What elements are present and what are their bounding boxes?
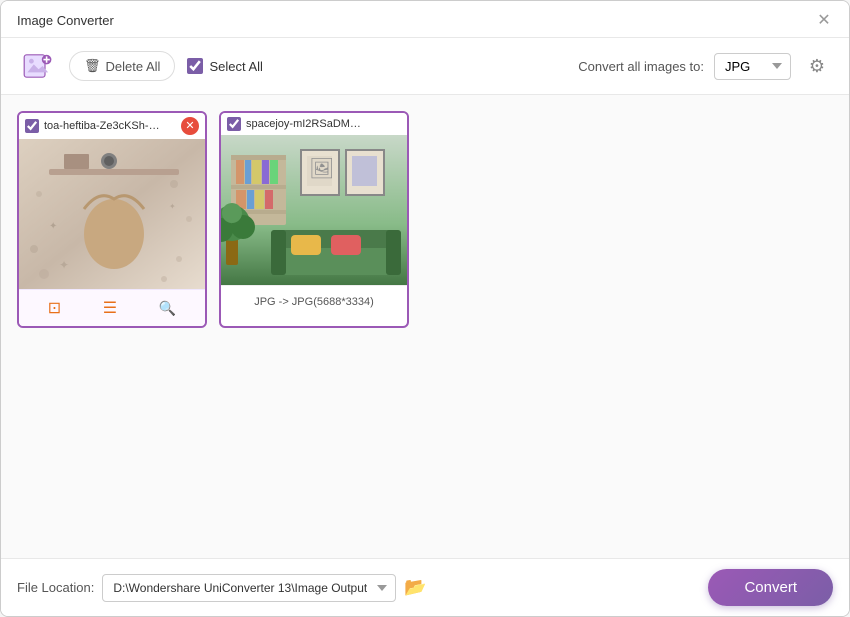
card-1-list-button[interactable]: ☰ [97, 296, 123, 320]
settings-button[interactable]: ⚙ [801, 50, 833, 82]
delete-all-button[interactable]: 🗑 Delete All [69, 51, 175, 81]
image-card-2: spacejoy-mI2RSaDME-k-... [219, 111, 409, 328]
toolbar: 🗑 Delete All Select All Convert all imag… [1, 38, 849, 95]
image-card-1-header: toa-heftiba-Ze3cKSh-Kg... ✕ [19, 113, 205, 139]
toolbar-left: 🗑 Delete All Select All [17, 46, 578, 86]
close-button[interactable]: ✕ [815, 11, 833, 29]
add-image-button[interactable] [17, 46, 57, 86]
card-2-conversion-info: JPG -> JPG(5688*3334) [254, 296, 374, 308]
svg-text:✦: ✦ [59, 258, 69, 272]
bottom-bar: File Location: D:\Wondershare UniConvert… [1, 558, 849, 616]
add-image-icon [21, 50, 53, 82]
card-1-crop-button[interactable]: ⊡ [42, 296, 67, 320]
file-location-select[interactable]: D:\Wondershare UniConverter 13\Image Out… [102, 574, 396, 602]
list-icon: ☰ [103, 298, 117, 318]
toolbar-right: Convert all images to: JPG PNG BMP WEBP … [578, 50, 833, 82]
select-all-label: Select All [209, 59, 262, 74]
content-area: toa-heftiba-Ze3cKSh-Kg... ✕ [1, 95, 849, 558]
convert-button[interactable]: Convert [708, 569, 833, 606]
card-2-footer: JPG -> JPG(5688*3334) [221, 285, 407, 316]
window-title: Image Converter [17, 13, 114, 28]
format-select[interactable]: JPG PNG BMP WEBP TIFF [714, 53, 791, 80]
main-window: Image Converter ✕ 🗑 Delete All [0, 0, 850, 617]
card-1-remove-button[interactable]: ✕ [181, 117, 199, 135]
file-location-area: File Location: D:\Wondershare UniConvert… [17, 574, 427, 602]
card-1-image-area: ✦ ✦ ✦ [19, 139, 205, 289]
title-bar: Image Converter ✕ [1, 1, 849, 38]
card-2-image: 🖼 [221, 135, 407, 285]
trash-icon: 🗑 [84, 58, 101, 74]
card-1-footer: ⊡ ☰ 🔍 [19, 289, 205, 326]
select-all-checkbox[interactable] [187, 58, 203, 74]
image-card-1: toa-heftiba-Ze3cKSh-Kg... ✕ [17, 111, 207, 328]
svg-text:🖼: 🖼 [309, 158, 334, 180]
image-card-2-header: spacejoy-mI2RSaDME-k-... [221, 113, 407, 135]
card-2-checkbox[interactable] [227, 117, 241, 131]
convert-all-label: Convert all images to: [578, 59, 704, 74]
delete-all-label: Delete All [106, 59, 161, 74]
card-1-checkbox[interactable] [25, 119, 39, 133]
card-1-filename: toa-heftiba-Ze3cKSh-Kg... [44, 120, 164, 132]
folder-icon: 📂 [404, 577, 426, 598]
file-location-label: File Location: [17, 580, 94, 595]
zoom-icon: 🔍 [159, 300, 176, 317]
card-2-checkbox-area: spacejoy-mI2RSaDME-k-... [227, 117, 366, 131]
browse-folder-button[interactable]: 📂 [404, 577, 426, 598]
svg-text:✦: ✦ [169, 202, 176, 211]
gear-icon: ⚙ [809, 56, 825, 77]
card-2-image-area: 🖼 [221, 135, 407, 285]
card-1-checkbox-area: toa-heftiba-Ze3cKSh-Kg... [25, 119, 164, 133]
crop-icon: ⊡ [48, 298, 61, 318]
select-all-wrapper[interactable]: Select All [187, 58, 262, 74]
card-2-filename: spacejoy-mI2RSaDME-k-... [246, 118, 366, 130]
svg-text:✦: ✦ [49, 221, 57, 232]
card-1-zoom-button[interactable]: 🔍 [153, 298, 182, 319]
card-1-image: ✦ ✦ ✦ [19, 139, 205, 289]
